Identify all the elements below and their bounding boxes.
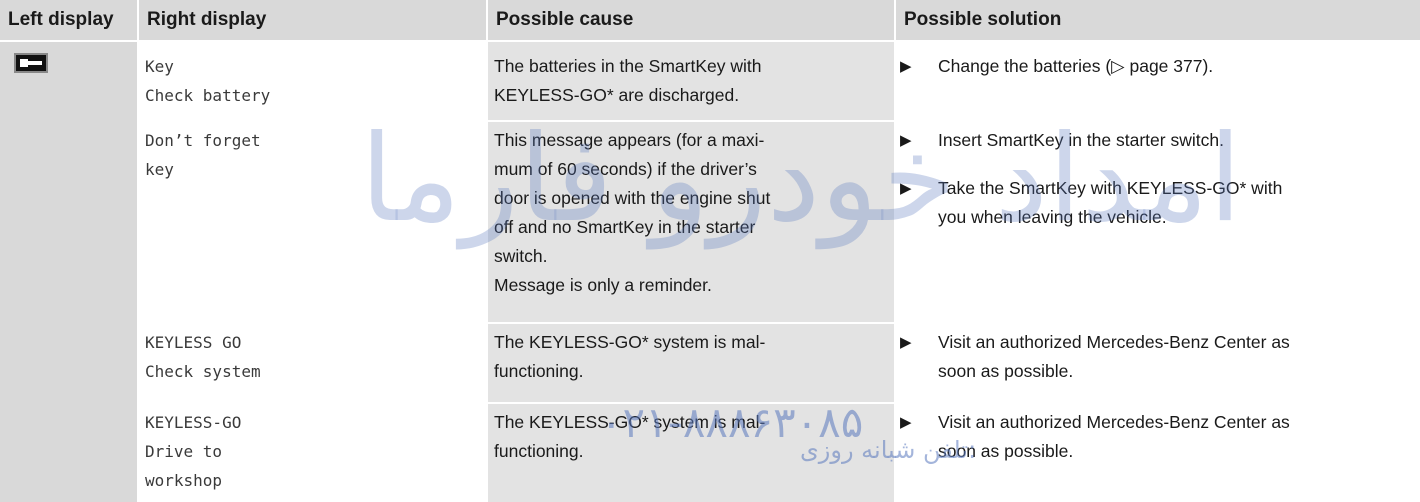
solution-text: Visit an authorized Mercedes-Benz Center… — [938, 332, 1290, 381]
header-left-display: Left display — [0, 0, 137, 40]
cause-text: The KEYLESS-GO* system is mal- functioni… — [494, 412, 766, 461]
solution-text: Change the batteries (▷ page 377). — [938, 56, 1214, 76]
fault-message-table: Left display Right display Possible caus… — [0, 0, 1420, 502]
row-divider — [0, 40, 1420, 42]
cause-text: This message appears (for a maxi- mum of… — [494, 130, 771, 295]
column-divider — [894, 0, 896, 502]
solution-text: Insert SmartKey in the starter switch. — [938, 130, 1224, 150]
right-display-text: KEYLESS-GO Drive to workshop — [145, 413, 242, 490]
solution-text: Visit an authorized Mercedes-Benz Center… — [938, 412, 1290, 461]
header-possible-cause: Possible cause — [488, 0, 894, 40]
bullet-icon: ▶ — [900, 334, 912, 351]
left-display-column — [0, 40, 137, 502]
row-divider — [137, 322, 1420, 324]
column-divider — [486, 0, 488, 502]
key-battery-icon — [14, 53, 48, 73]
right-display-text: Don’t forget key — [145, 131, 261, 179]
header-right-display: Right display — [139, 0, 486, 40]
bullet-icon: ▶ — [900, 58, 912, 75]
right-display-text: KEYLESS GO Check system — [145, 333, 261, 381]
bullet-icon: ▶ — [900, 180, 912, 197]
right-display-text: Key Check battery — [145, 57, 271, 105]
row-divider — [137, 120, 1420, 122]
row-divider — [137, 402, 1420, 404]
solution-text: Take the SmartKey with KEYLESS-GO* with … — [938, 178, 1283, 227]
cause-text: The batteries in the SmartKey with KEYLE… — [494, 56, 762, 105]
bullet-icon: ▶ — [900, 132, 912, 149]
cause-text: The KEYLESS-GO* system is mal- functioni… — [494, 332, 766, 381]
column-divider — [137, 0, 139, 502]
bullet-icon: ▶ — [900, 414, 912, 431]
header-possible-solution: Possible solution — [896, 0, 1420, 40]
